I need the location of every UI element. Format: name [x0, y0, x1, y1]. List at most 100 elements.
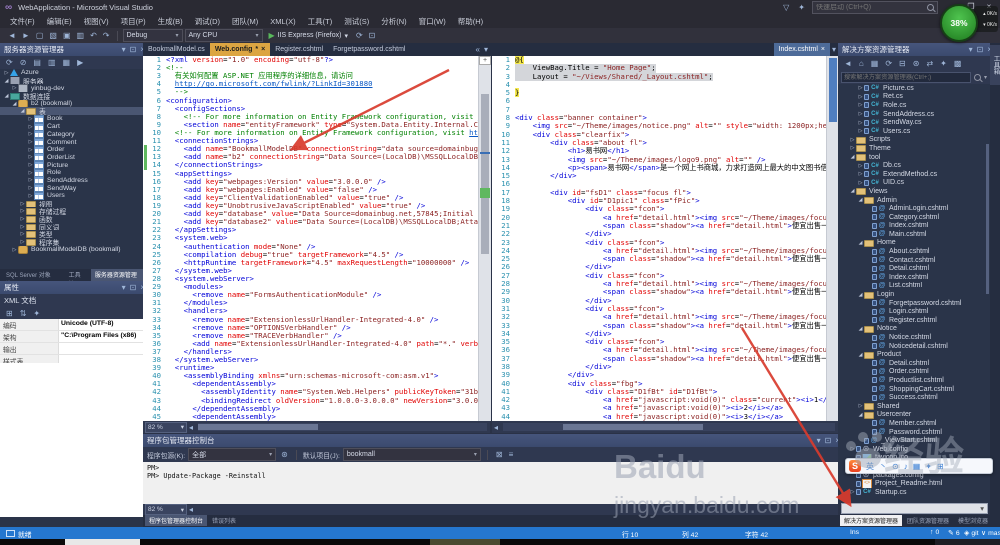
chevron-down-icon[interactable]: ▾	[120, 43, 128, 56]
property-value[interactable]	[59, 343, 143, 354]
tree-item-tool[interactable]: ◢ tool	[838, 153, 988, 162]
feedback-icon[interactable]: ▽	[781, 1, 791, 14]
chevron-down-icon[interactable]: ▾	[482, 43, 490, 56]
toolbox-vertical-tab[interactable]: 工具箱	[990, 45, 1000, 85]
category-icon[interactable]: ⊞	[4, 307, 15, 320]
expander-open-icon[interactable]: ◢	[857, 197, 864, 203]
properties-object-dropdown[interactable]: XML 文档▾	[0, 294, 151, 307]
tree-item-comment[interactable]: ▷ Comment	[0, 138, 143, 146]
zoom-dropdown[interactable]: 82 % ▾	[145, 504, 187, 515]
ime-keyboard-icon[interactable]: ▦	[912, 460, 922, 473]
tree-item-orderlist[interactable]: ▷ OrderList	[0, 153, 143, 162]
save-icon[interactable]: ▣	[61, 29, 73, 42]
tree-item-类型[interactable]: ▷ 类型	[0, 230, 143, 239]
expander-closed-icon[interactable]: ▷	[27, 193, 34, 199]
show-all-files-icon[interactable]: ▦	[869, 57, 881, 70]
close-icon[interactable]: ×	[261, 46, 265, 53]
tree-item-project-readme-html[interactable]: <> Project_Readme.html	[838, 479, 988, 488]
panel-tab-错误列表[interactable]: 错误列表	[208, 515, 241, 526]
tree-item-success-cshtml[interactable]: @ Success.cshtml	[838, 393, 988, 402]
overflow-icon[interactable]: «	[474, 43, 482, 56]
tree-item-scripts[interactable]: ▷ Scripts	[838, 136, 988, 145]
chevron-down-icon[interactable]: ▾	[980, 504, 984, 513]
new-file-icon[interactable]: ▢	[34, 29, 46, 42]
tree-item-category[interactable]: ▷ Category	[0, 130, 143, 139]
menu-item[interactable]: 工具(T)	[302, 16, 339, 27]
solution-explorer-tree[interactable]: ▷ C# Picture.cs ▷ C# Ret.cs ▷ C# Role.cs ▷ C# SendA…	[838, 84, 988, 505]
tree-item-服务器[interactable]: ◢ 服务器	[0, 76, 143, 85]
pin-icon[interactable]: ⊡	[128, 43, 139, 56]
tree-item-picture-cs[interactable]: ▷ C# Picture.cs	[838, 84, 988, 93]
menu-item[interactable]: 测试(S)	[338, 16, 375, 27]
properties-grid[interactable]: 编码 Unicode (UTF-8) 架构 "C:\Program Files (x8…	[0, 319, 143, 367]
code-editor-index-cshtml[interactable]: 1 @{2 ViewBag.Title = "Home Page"; 3 Layou…	[492, 56, 826, 421]
attach-database-icon[interactable]: ▥	[46, 56, 58, 69]
unpublished-edits[interactable]: ✎ 6	[948, 529, 960, 537]
tree-item-detail-cshtml[interactable]: @ Detail.cshtml	[838, 359, 988, 368]
menu-item[interactable]: 项目(P)	[115, 16, 152, 27]
expander-open-icon[interactable]: ◢	[3, 93, 10, 99]
expander-closed-icon[interactable]: ▷	[849, 489, 856, 495]
tree-item-views[interactable]: ◢ Views	[838, 187, 988, 196]
refresh-icon[interactable]: ⟳	[354, 29, 365, 42]
open-file-icon[interactable]: ▧	[47, 29, 59, 42]
tree-item-sendaddress[interactable]: ▷ SendAddress	[0, 176, 143, 185]
tree-item-存储过程[interactable]: ▷ 存储过程	[0, 207, 143, 216]
pin-icon[interactable]: ⊡	[367, 29, 378, 42]
chevron-down-icon[interactable]: ▾	[120, 281, 128, 294]
menu-item[interactable]: 生成(B)	[152, 16, 189, 27]
list-icon[interactable]: ≡	[507, 448, 516, 461]
redo-icon[interactable]: ↷	[101, 29, 112, 42]
tree-item-detail-cshtml[interactable]: @ Detail.cshtml	[838, 264, 988, 273]
tree-item-index-cshtml[interactable]: @ Index.cshtml	[838, 273, 988, 282]
tree-item-password-cshtml[interactable]: @ Password.cshtml	[838, 428, 988, 437]
expander-closed-icon[interactable]: ▷	[19, 239, 26, 245]
tree-item-uid-cs[interactable]: ▷ C# UID.cs	[838, 179, 988, 188]
refresh-icon[interactable]: ⟳	[4, 56, 15, 69]
tree-item-ret-cs[interactable]: ▷ C# Ret.cs	[838, 93, 988, 102]
tree-item-sendway[interactable]: ▷ SendWay	[0, 184, 143, 192]
expander-closed-icon[interactable]: ▷	[27, 185, 34, 191]
menu-item[interactable]: 团队(M)	[226, 16, 264, 27]
expander-closed-icon[interactable]: ▷	[27, 124, 34, 130]
expander-closed-icon[interactable]: ▷	[11, 85, 18, 91]
expander-closed-icon[interactable]: ▷	[11, 247, 18, 253]
undo-icon[interactable]: ↶	[88, 29, 99, 42]
tab-web-config[interactable]: Web.config * ×	[209, 43, 271, 56]
tree-item-函数[interactable]: ▷ 函数	[0, 215, 143, 223]
tree-item-productlist-cshtml[interactable]: @ Productlist.cshtml	[838, 376, 988, 385]
tree-item-contact-cshtml[interactable]: @ Contact.cshtml	[838, 256, 988, 265]
expander-closed-icon[interactable]: ▷	[27, 147, 34, 153]
menu-item[interactable]: XML(X)	[264, 17, 301, 26]
home-icon[interactable]: ⌂	[857, 57, 866, 70]
chevron-down-icon[interactable]: ▾	[967, 43, 975, 56]
expander-open-icon[interactable]: ◢	[19, 108, 26, 114]
console-output[interactable]: PM> PM> Update-Package -Reinstall	[143, 462, 838, 504]
tree-item-book[interactable]: ▷ Book	[0, 115, 143, 123]
tree-item-noticedetail-cshtml[interactable]: @ Noticedetail.cshtml	[838, 342, 988, 351]
menu-item[interactable]: 编辑(E)	[41, 16, 78, 27]
code-editor-webconfig[interactable]: 1 <?xml version="1.0" encoding="utf-8"?> 2…	[143, 56, 478, 421]
gear-icon[interactable]: ⊛	[279, 450, 290, 459]
tree-item-users[interactable]: ▷ Users	[0, 192, 143, 200]
sogou-logo-icon[interactable]: S	[849, 460, 861, 472]
forward-icon[interactable]: ►	[20, 29, 32, 42]
quick-launch-box[interactable]	[812, 1, 938, 14]
tree-item-adminlogin-cshtml[interactable]: @ AdminLogin.cshtml	[838, 204, 988, 213]
expander-closed-icon[interactable]: ▷	[19, 201, 26, 207]
pin-icon[interactable]: ⊡	[823, 434, 834, 447]
key-icon[interactable]: ✦	[796, 1, 807, 14]
chevron-down-icon[interactable]: ▾	[830, 43, 838, 56]
repo-indicator[interactable]: ◈ git	[964, 529, 979, 537]
tree-item-product[interactable]: ◢ Product	[838, 350, 988, 359]
platform-dropdown[interactable]: Any CPU ▾	[184, 29, 263, 42]
expander-closed-icon[interactable]: ▷	[27, 170, 34, 176]
save-all-icon[interactable]: ▥	[75, 29, 87, 42]
stop-icon[interactable]: ⊘	[18, 56, 29, 69]
collapse-all-icon[interactable]: ⊟	[897, 57, 908, 70]
expander-closed-icon[interactable]: ▷	[849, 145, 856, 151]
refresh-icon[interactable]: ⟳	[883, 57, 894, 70]
expander-closed-icon[interactable]: ▷	[857, 180, 864, 186]
horizontal-scrollbar[interactable]	[198, 423, 487, 431]
tree-item-admin[interactable]: ◢ Admin	[838, 196, 988, 205]
